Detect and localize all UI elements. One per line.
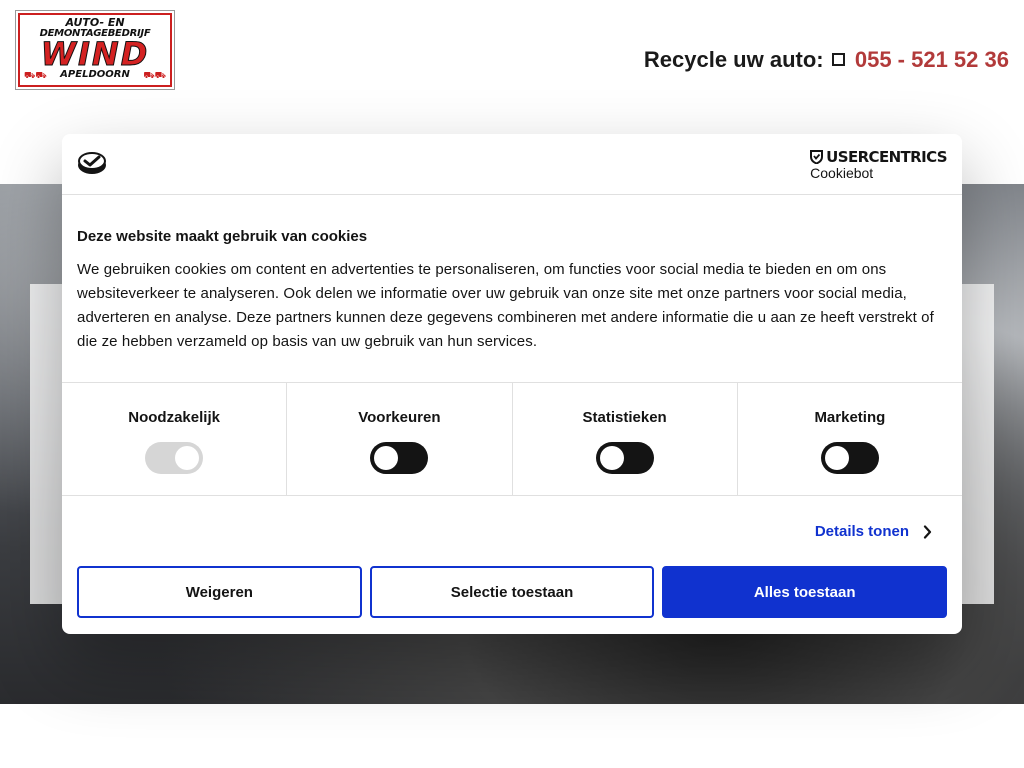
chevron-right-icon <box>923 524 932 539</box>
car-icon: ⛟⛟ <box>143 70 166 80</box>
dialog-buttons: Weigeren Selectie toestaan Alles toestaa… <box>77 566 948 618</box>
details-row: Details tonen <box>62 496 962 566</box>
toggle-cell-statistics: Statistieken <box>513 383 738 495</box>
toggle-preferences[interactable] <box>370 442 429 474</box>
details-label: Details tonen <box>814 523 909 540</box>
page-below <box>0 704 1024 768</box>
toggle-knob <box>824 446 849 470</box>
logo-line1: AUTO- EN <box>65 16 125 29</box>
dialog-description: We gebruiken cookies om content en adver… <box>77 261 934 350</box>
toggle-label: Noodzakelijk <box>128 409 220 426</box>
allow-all-button[interactable]: Alles toestaan <box>662 566 948 618</box>
toggle-cell-marketing: Marketing <box>738 383 962 495</box>
recycle-contact: Recycle uw auto: 055 - 521 52 36 <box>644 47 1009 73</box>
cookie-dialog: USERCENTRICS Cookiebot Deze website maak… <box>62 134 962 634</box>
logo-frame: AUTO- EN DEMONTAGEBEDRIJF WIND APELDOORN… <box>18 13 172 87</box>
toggle-label: Voorkeuren <box>358 409 441 426</box>
toggle-marketing[interactable] <box>820 442 879 474</box>
recycle-label: Recycle uw auto: <box>643 47 824 72</box>
toggle-statistics[interactable] <box>595 442 654 474</box>
toggle-cell-preferences: Voorkeuren <box>287 383 513 495</box>
consent-toggles: Noodzakelijk Voorkeuren Statistieken Mar… <box>62 383 962 496</box>
shield-icon <box>810 150 824 164</box>
usercentrics-brand[interactable]: USERCENTRICS Cookiebot <box>810 148 948 181</box>
toggle-label: Marketing <box>814 409 886 426</box>
allow-selection-button[interactable]: Selectie toestaan <box>369 566 655 618</box>
toggle-knob <box>374 446 399 470</box>
toggle-label: Statistieken <box>582 409 667 426</box>
site-logo[interactable]: AUTO- EN DEMONTAGEBEDRIJF WIND APELDOORN… <box>15 10 175 90</box>
phone-link[interactable]: 055 - 521 52 36 <box>855 47 1009 72</box>
phone-icon <box>831 53 845 66</box>
toggle-knob <box>599 446 624 470</box>
details-link[interactable]: Details tonen <box>815 523 932 540</box>
car-icon: ⛟⛟ <box>24 70 47 80</box>
toggle-cell-necessary: Noodzakelijk <box>62 383 288 495</box>
toggle-knob <box>175 446 200 470</box>
logo-name: WIND <box>40 35 150 73</box>
brand-name: USERCENTRICS <box>826 148 947 166</box>
reject-button[interactable]: Weigeren <box>77 566 362 618</box>
toggle-necessary <box>145 442 204 474</box>
dialog-body: Deze website maakt gebruik van cookies W… <box>62 195 962 383</box>
cookie-logo-icon <box>78 152 106 174</box>
dialog-header: USERCENTRICS Cookiebot <box>62 134 962 195</box>
dialog-title: Deze website maakt gebruik van cookies <box>77 228 368 245</box>
brand-sub: Cookiebot <box>810 165 874 181</box>
